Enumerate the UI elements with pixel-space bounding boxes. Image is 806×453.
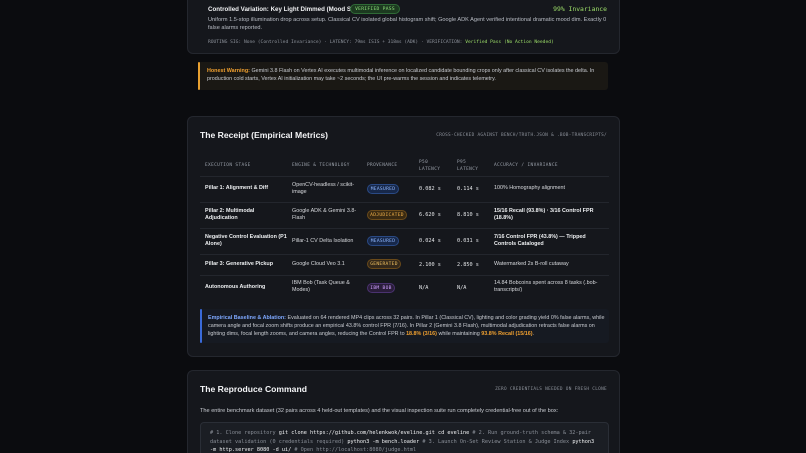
- baseline-accent-bar: [200, 309, 202, 343]
- row-divider: [200, 228, 609, 229]
- code-comment-3: # 3. Launch On-Set Review Station & Judg…: [422, 438, 570, 445]
- row-divider: [200, 202, 609, 203]
- warning-text: Gemini 3.8 Flash on Vertex AI executes m…: [207, 68, 595, 82]
- row-engine: Pillar-1 CV Delta Isolation: [292, 238, 354, 244]
- variation-title: Controlled Variation: Key Light Dimmed (…: [208, 6, 363, 13]
- reproduce-subtitle: ZERO CREDENTIALS NEEDED ON FRESH CLONE: [495, 387, 607, 392]
- row-p50: 0.024 s: [419, 238, 441, 244]
- verified-pass-badge: VERIFIED PASS: [350, 4, 400, 14]
- row-p50: 0.082 s: [419, 186, 441, 192]
- row-accuracy: Watermarked 2s B-roll cutaway: [494, 261, 569, 267]
- row-stage: Pillar 3: Generative Pickup: [205, 261, 274, 267]
- routing-status-prefix: ROUTING SIG: None (Controlled Invariance…: [208, 40, 463, 45]
- header-provenance: PROVENANCE: [367, 163, 398, 168]
- row-divider: [200, 275, 609, 276]
- row-stage: Pillar 1: Alignment & Diff: [205, 185, 268, 191]
- row-stage: Autonomous Authoring: [205, 284, 266, 290]
- receipt-title: The Receipt (Empirical Metrics): [200, 130, 328, 140]
- routing-status-line: ROUTING SIG: None (Controlled Invariance…: [208, 40, 618, 45]
- baseline-mid: while maintaining: [438, 331, 480, 337]
- provenance-badge: IBM BOB: [367, 283, 395, 293]
- reproduce-card: The Reproduce Command ZERO CREDENTIALS N…: [187, 370, 620, 453]
- provenance-badge: ADJUDICATED: [367, 210, 407, 220]
- header-stage: EXECUTION STAGE: [205, 163, 251, 168]
- code-comment-4: # Open http://localhost:8080/judge.html: [294, 447, 417, 453]
- warning-text-block: Honest Warning: Gemini 3.8 Flash on Vert…: [207, 67, 603, 83]
- code-block[interactable]: # 1. Clone repository git clone https://…: [200, 422, 609, 453]
- warning-accent-bar: [198, 62, 200, 90]
- header-p95: P95 LATENCY: [457, 160, 479, 172]
- row-accuracy: 7/16 Control FPR (43.8%) — Tripped Contr…: [494, 234, 586, 247]
- row-p50: 2.100 s: [419, 262, 441, 268]
- provenance-badge: MEASURED: [367, 184, 399, 194]
- code-comment-1: # 1. Clone repository: [210, 430, 276, 436]
- code-content: # 1. Clone repository git clone https://…: [210, 429, 599, 453]
- controlled-variation-card: Controlled Variation: Key Light Dimmed (…: [187, 0, 620, 54]
- row-engine: IBM Bob (Task Queue & Modes): [292, 280, 350, 293]
- row-accuracy: 100% Homography alignment: [494, 185, 566, 191]
- header-engine: ENGINE & TECHNOLOGY: [292, 163, 350, 168]
- row-p50: N/A: [419, 285, 429, 291]
- reproduce-description: The entire benchmark dataset (32 pairs a…: [200, 408, 559, 414]
- header-p50: P50 LATENCY: [419, 160, 441, 172]
- row-stage: Pillar 2: Multimodal Adjudication: [205, 208, 255, 221]
- baseline-fpr: 18.8% (3/16): [406, 331, 437, 337]
- baseline-note: Empirical Baseline & Ablation: Evaluated…: [200, 309, 609, 343]
- row-engine: OpenCV-headless / scikit-image: [292, 182, 355, 195]
- row-p95: 2.850 s: [457, 262, 479, 268]
- verification-result: Verified Pass (No Action Needed): [465, 40, 554, 45]
- row-accuracy: 14.84 Bobcoins spent across 8 tasks (.bo…: [494, 280, 598, 293]
- baseline-label: Empirical Baseline & Ablation:: [208, 315, 286, 321]
- row-p95: N/A: [457, 285, 467, 291]
- row-p95: 0.114 s: [457, 186, 479, 192]
- code-command-2: python3 -m bench.loader: [347, 438, 420, 445]
- row-divider: [200, 254, 609, 255]
- variation-description: Uniform 1.5-stop illumination drop acros…: [208, 17, 607, 31]
- provenance-badge: GENERATED: [367, 259, 401, 269]
- reproduce-title: The Reproduce Command: [200, 384, 307, 394]
- receipt-card: The Receipt (Empirical Metrics) CROSS-CH…: [187, 116, 620, 357]
- row-p50: 6.620 s: [419, 212, 441, 218]
- warning-label: Honest Warning:: [207, 68, 250, 74]
- provenance-badge: MEASURED: [367, 236, 399, 246]
- row-p95: 8.810 s: [457, 212, 479, 218]
- invariance-percent: 99% Invariance: [553, 5, 607, 13]
- honest-warning-box: Honest Warning: Gemini 3.8 Flash on Vert…: [198, 62, 608, 90]
- header-accuracy: ACCURACY / INVARIANCE: [494, 163, 558, 168]
- baseline-end: .: [532, 331, 535, 337]
- header-divider: [200, 176, 609, 177]
- code-command-1: git clone https://github.com/helenkwok/e…: [278, 430, 470, 436]
- row-accuracy: 15/16 Recall (93.8%) · 3/16 Control FPR …: [494, 208, 594, 221]
- row-stage: Negative Control Evaluation (P1 Alone): [205, 234, 287, 247]
- baseline-text-block: Empirical Baseline & Ablation: Evaluated…: [208, 314, 606, 338]
- baseline-recall: 93.8% Recall (15/16): [481, 331, 533, 337]
- row-engine: Google Cloud Veo 3.1: [292, 261, 345, 267]
- row-p95: 0.031 s: [457, 238, 479, 244]
- row-engine: Google ADK & Gemini 3.8-Flash: [292, 208, 357, 221]
- receipt-subtitle: CROSS-CHECKED AGAINST BENCH/TRUTH.JSON &…: [436, 133, 607, 138]
